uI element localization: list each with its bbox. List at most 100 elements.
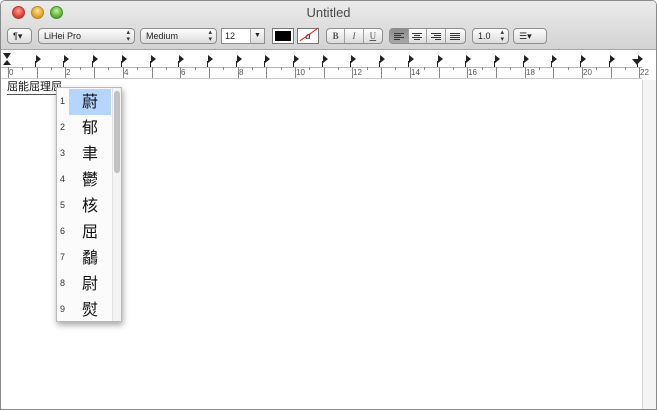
candidate-item[interactable]: 9熨 [57, 297, 111, 321]
ruler-tick [108, 67, 109, 70]
candidate-character: 屈 [81, 222, 98, 241]
ruler-tick [453, 67, 454, 70]
tab-stop-marker[interactable] [551, 55, 558, 67]
align-right-button[interactable] [427, 29, 446, 43]
tab-stop-marker[interactable] [637, 55, 644, 67]
updown-arrows-icon: ▴ ▾ [208, 29, 212, 43]
candidate-number: 1 [60, 96, 66, 106]
candidate-character: 蔚 [69, 89, 111, 115]
align-center-button[interactable] [409, 29, 428, 43]
tab-stop-marker[interactable] [293, 55, 299, 67]
tab-stop-marker[interactable] [493, 55, 500, 67]
ruler-tick [568, 67, 569, 70]
candidate-character: 核 [81, 196, 98, 215]
tab-stop-marker[interactable] [350, 55, 357, 67]
align-left-icon [393, 32, 404, 40]
candidate-character: 鬱 [81, 170, 98, 189]
tab-stop-marker[interactable] [608, 55, 615, 67]
candidate-item[interactable]: 4鬱 [57, 167, 111, 193]
highlight-color-well[interactable]: a [297, 27, 319, 44]
tab-stop-marker[interactable] [149, 55, 156, 67]
ruler-tick [596, 67, 597, 70]
ruler-tick [611, 67, 612, 78]
title-toolbar: Untitled ¶▾ LiHei Pro ▴ ▾ Medium ▴ ▾ 12 ▼ … [1, 1, 656, 50]
align-left-button[interactable] [390, 29, 409, 43]
ruler-tick [553, 67, 554, 78]
text-color-well[interactable] [272, 28, 294, 44]
candidate-item[interactable]: 1蔚 [57, 89, 111, 115]
bold-button[interactable]: B [327, 29, 346, 43]
ruler-tick [482, 67, 483, 70]
ruler-tick [37, 67, 38, 78]
ruler-number: 8 [239, 68, 244, 77]
underline-button[interactable]: U [364, 29, 382, 43]
tab-stop-marker[interactable] [235, 55, 242, 67]
tab-stop-marker[interactable] [321, 55, 328, 67]
ruler-number: 6 [181, 68, 186, 77]
tab-stop-marker[interactable] [580, 55, 586, 67]
tab-stop-marker[interactable] [92, 55, 99, 67]
ime-candidate-window: 9熨8尉7鷸6屈5核4鬱3聿2郁1蔚 [56, 87, 122, 322]
candidate-number: 8 [60, 278, 66, 288]
list-bullets-popup[interactable]: ☰▾ [513, 28, 547, 44]
tab-stop-marker[interactable] [178, 55, 185, 67]
tab-stop-marker[interactable] [264, 55, 271, 67]
font-family-value: LiHei Pro [44, 31, 82, 41]
tab-stop-marker[interactable] [63, 55, 70, 67]
ruler-tick [625, 67, 626, 70]
candidate-number: 4 [60, 174, 66, 184]
font-style-segmented: B I U [326, 28, 383, 44]
italic-button[interactable]: I [345, 29, 364, 43]
ruler-tick [281, 67, 282, 70]
justify-button[interactable] [446, 29, 465, 43]
candidate-item[interactable]: 7鷸 [57, 245, 111, 271]
ruler-tick [539, 67, 540, 70]
tab-stops-row[interactable] [1, 51, 644, 67]
tab-stop-marker[interactable] [407, 55, 414, 67]
candidate-number: 3 [60, 148, 66, 158]
ruler-number: 10 [296, 68, 305, 77]
tab-stop-marker[interactable] [522, 55, 529, 67]
ruler-tick [80, 67, 81, 70]
ruler-tick [22, 67, 23, 70]
candidate-item[interactable]: 6屈 [57, 219, 111, 245]
styles-popup-button[interactable]: ¶▾ [7, 28, 32, 44]
ruler-tick [252, 67, 253, 70]
ruler-tick [510, 67, 511, 70]
ruler-number: 20 [583, 68, 592, 77]
candidate-scroll-thumb[interactable] [114, 91, 120, 173]
ruler-tick [223, 67, 224, 70]
font-typeface-popup[interactable]: Medium ▴ ▾ [140, 28, 217, 44]
candidate-item[interactable]: 2郁 [57, 115, 111, 141]
candidate-number: 6 [60, 226, 66, 236]
tab-stop-marker[interactable] [34, 55, 41, 67]
candidate-item[interactable]: 8尉 [57, 271, 111, 297]
font-size-input[interactable]: 12 [225, 31, 235, 41]
tab-stop-marker[interactable] [379, 55, 386, 67]
ruler-tick [137, 67, 138, 70]
vertical-scrollbar[interactable] [642, 80, 656, 409]
font-family-popup[interactable]: LiHei Pro ▴ ▾ [38, 28, 135, 44]
line-spacing-popup[interactable]: 1.0 ▴ ▾ [472, 28, 509, 44]
font-size-combo[interactable]: 12 ▼ [221, 28, 265, 44]
tab-stop-marker[interactable] [436, 55, 443, 67]
candidate-number: 5 [60, 200, 66, 210]
candidate-number: 7 [60, 252, 66, 262]
candidate-character: 熨 [81, 300, 98, 319]
tab-stop-marker[interactable] [120, 55, 127, 67]
chevron-down-icon[interactable]: ▼ [250, 29, 264, 43]
left-indent-marker[interactable] [3, 60, 11, 65]
ruler-tick [424, 67, 425, 70]
ruler[interactable]: 0 2 4 6 8 10 12 14 16 18 20 22 [1, 51, 649, 79]
updown-arrows-icon: ▴ ▾ [500, 29, 504, 43]
candidate-item[interactable]: 3聿 [57, 141, 111, 167]
font-typeface-value: Medium [146, 31, 179, 41]
tab-stop-marker[interactable] [206, 55, 213, 67]
marked-text: 屈能屈理屈 [7, 80, 62, 95]
tab-stop-marker[interactable] [465, 55, 472, 67]
alignment-segmented [389, 28, 466, 44]
ruler-number: 14 [411, 68, 420, 77]
ruler-tick [209, 67, 210, 78]
first-line-indent-marker[interactable] [3, 53, 11, 59]
candidate-item[interactable]: 5核 [57, 193, 111, 219]
